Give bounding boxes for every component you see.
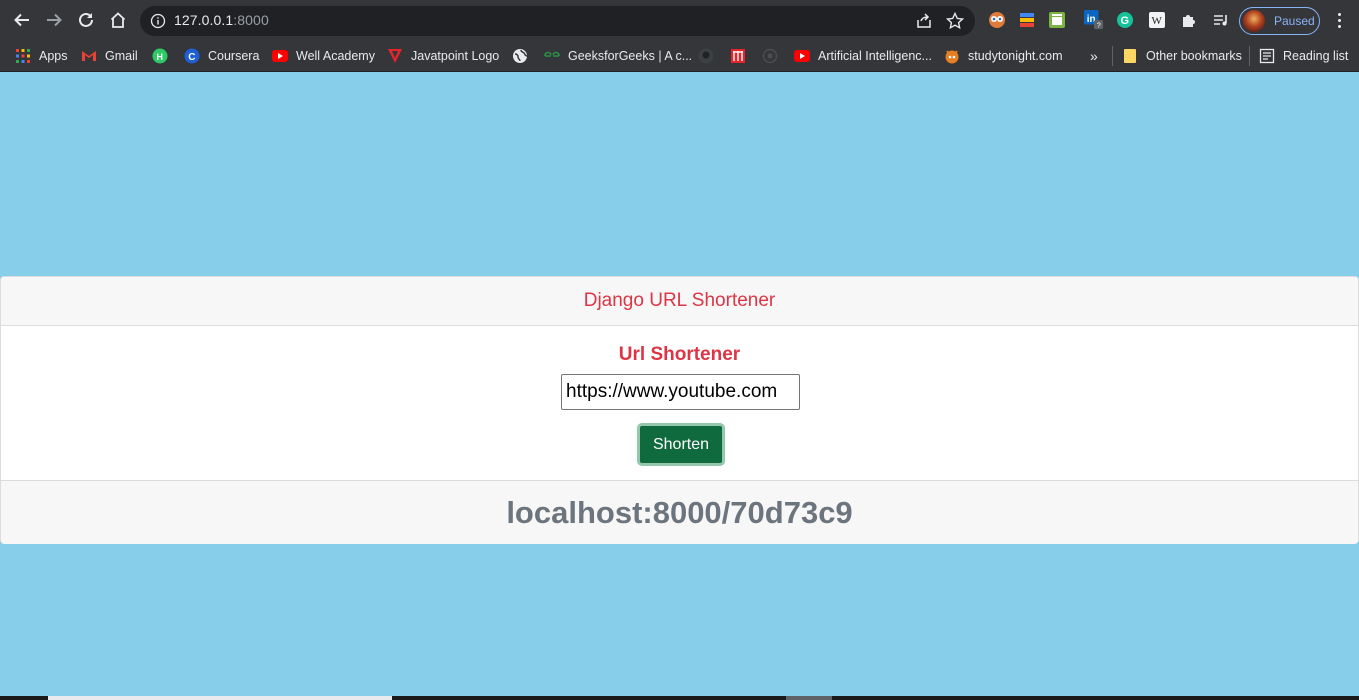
bookmark-hackerrank[interactable]: H <box>152 44 176 68</box>
bookmark-well-academy[interactable]: Well Academy <box>272 44 375 68</box>
taskbar-highlight <box>786 696 832 700</box>
youtube-icon <box>794 48 810 64</box>
bookmark-gmail[interactable]: Gmail <box>81 44 138 68</box>
bookmark-artificial-intelligence[interactable]: Artificial Intelligenc... <box>794 44 932 68</box>
stack-extension-icon[interactable] <box>1017 10 1037 30</box>
bookmarks-overflow-button[interactable]: » <box>1090 44 1098 68</box>
bookmark-label: Gmail <box>105 49 138 63</box>
media-queue-icon[interactable] <box>1211 10 1231 30</box>
shorten-button[interactable]: Shorten <box>637 423 725 466</box>
profile-button[interactable]: Paused <box>1239 7 1320 35</box>
bookmark-label: Other bookmarks <box>1146 49 1242 63</box>
overflow-chevron-icon: » <box>1090 48 1098 64</box>
share-icon[interactable] <box>915 12 933 30</box>
bookmark-geeksforgeeks[interactable]: GeeksforGeeks | A c... <box>544 44 692 68</box>
card-header: Django URL Shortener <box>1 277 1358 326</box>
youtube-icon <box>272 48 288 64</box>
taskbar-strip <box>0 696 1359 700</box>
page-viewport: Django URL Shortener Url Shortener Short… <box>0 72 1359 696</box>
avatar <box>1243 10 1265 32</box>
svg-text:?: ? <box>1097 20 1101 29</box>
bookmark-label: Reading list <box>1283 49 1349 63</box>
bookmark-label: Well Academy <box>296 49 375 63</box>
bookmarks-divider <box>1112 46 1113 66</box>
owl-extension-icon[interactable] <box>987 10 1007 30</box>
bookmark-label: Javatpoint Logo <box>411 49 500 63</box>
bookmark-coursera[interactable]: C Coursera <box>184 44 259 68</box>
bookmark-app-icon <box>730 48 746 64</box>
globe-icon <box>512 48 528 64</box>
url-input[interactable] <box>561 374 800 410</box>
bookmark-javatpoint[interactable]: Javatpoint Logo <box>387 44 499 68</box>
bookmark-label: GeeksforGeeks | A c... <box>568 49 693 63</box>
github-icon <box>698 48 714 64</box>
url-host: 127.0.0.1 <box>174 12 234 28</box>
bookmark-label: Coursera <box>208 49 260 63</box>
shortener-card: Django URL Shortener Url Shortener Short… <box>0 276 1359 544</box>
coursera-icon: C <box>184 48 200 64</box>
folder-icon <box>1122 48 1138 64</box>
reload-icon[interactable] <box>70 4 102 36</box>
gmail-icon <box>81 48 97 64</box>
extensions-puzzle-icon[interactable] <box>1179 10 1199 30</box>
bookmarks-bar: Apps Gmail H C Coursera Well Academy Jav… <box>0 40 1359 72</box>
studytonight-icon <box>944 48 960 64</box>
bookmark-globe[interactable] <box>512 44 536 68</box>
home-icon[interactable] <box>102 4 134 36</box>
taskbar-highlight <box>48 696 392 700</box>
svg-text:W: W <box>1152 15 1163 27</box>
svg-text:G: G <box>1121 15 1130 27</box>
calendar-extension-icon[interactable] <box>1047 10 1067 30</box>
gfg-icon <box>544 48 560 64</box>
forward-icon[interactable] <box>38 4 70 36</box>
profile-status: Paused <box>1274 14 1315 28</box>
bookmark-app[interactable] <box>730 44 754 68</box>
reading-list-icon <box>1259 48 1275 64</box>
bookmark-circle[interactable] <box>762 44 786 68</box>
bookmark-studytonight[interactable]: studytonight.com <box>944 44 1063 68</box>
short-url-result: localhost:8000/70d73c9 <box>1 480 1358 544</box>
form-title: Url Shortener <box>618 344 741 365</box>
javatpoint-icon <box>387 48 403 64</box>
linkedin-extension-icon[interactable]: in? <box>1084 10 1104 30</box>
bookmark-apps[interactable]: Apps <box>15 44 68 68</box>
svg-text:C: C <box>188 52 195 63</box>
wikipedia-extension-icon[interactable]: W <box>1147 10 1167 30</box>
grammarly-icon[interactable]: G <box>1115 10 1135 30</box>
bookmark-label: studytonight.com <box>968 49 1063 63</box>
apps-grid-icon <box>15 48 31 64</box>
browser-toolbar: 127.0.0.1:8000 in? G W Paused <box>0 0 1359 40</box>
bookmark-label: Artificial Intelligenc... <box>818 49 932 63</box>
svg-text:H: H <box>157 52 164 62</box>
card-body: Url Shortener Shorten <box>1 326 1358 480</box>
site-info-icon[interactable] <box>150 13 166 29</box>
bookmark-star-icon[interactable] <box>945 11 965 31</box>
hackerrank-icon: H <box>152 48 168 64</box>
bookmark-label: Apps <box>39 49 68 63</box>
other-bookmarks-folder[interactable]: Other bookmarks <box>1122 44 1242 68</box>
reading-list-button[interactable]: Reading list <box>1259 44 1348 68</box>
address-bar[interactable]: 127.0.0.1:8000 <box>140 6 975 36</box>
url-port: :8000 <box>233 12 269 28</box>
menu-dots-icon[interactable] <box>1329 9 1349 31</box>
circle-icon <box>762 48 778 64</box>
back-icon[interactable] <box>6 4 38 36</box>
bookmarks-divider <box>1249 46 1250 66</box>
address-url: 127.0.0.1:8000 <box>174 12 269 28</box>
bookmark-github[interactable] <box>698 44 722 68</box>
